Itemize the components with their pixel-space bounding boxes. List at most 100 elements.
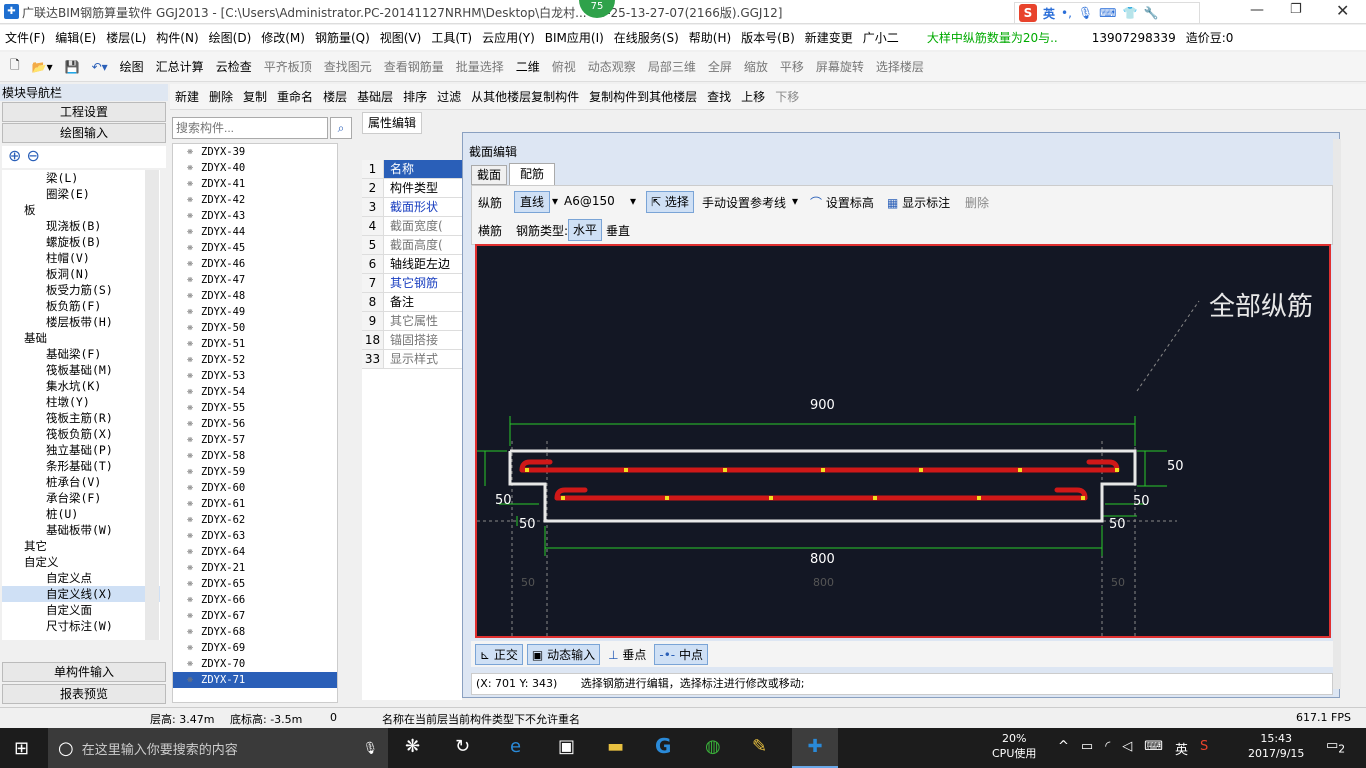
toolbar-button[interactable]: 绘图 bbox=[114, 58, 150, 75]
tray-ime[interactable]: 英 bbox=[1175, 739, 1188, 758]
component-list-item[interactable]: ZDYX-65 bbox=[173, 576, 337, 592]
tree-item[interactable]: 自定义面 bbox=[2, 602, 160, 618]
toolbar-button[interactable]: 选择楼层 bbox=[870, 58, 930, 75]
menu-item[interactable]: BIM应用(I) bbox=[540, 29, 609, 46]
tree-item[interactable]: 基础板带(W) bbox=[2, 522, 160, 538]
property-row[interactable]: 6 轴线距左边 bbox=[362, 255, 462, 274]
property-row[interactable]: 3 截面形状 bbox=[362, 198, 462, 217]
search-input[interactable] bbox=[173, 118, 327, 138]
line-mode-button[interactable]: 直线 bbox=[514, 191, 550, 213]
component-list-item[interactable]: ZDYX-50 bbox=[173, 320, 337, 336]
component-list-item[interactable]: ZDYX-39 bbox=[173, 144, 337, 160]
rebar-spec-select[interactable]: A6@150 bbox=[564, 194, 615, 208]
component-list-item[interactable]: ZDYX-53 bbox=[173, 368, 337, 384]
tree-item[interactable]: 楼层板带(H) bbox=[2, 314, 160, 330]
tree-item[interactable]: 尺寸标注(W) bbox=[2, 618, 160, 634]
tree-item[interactable]: 基础梁(F) bbox=[2, 346, 160, 362]
glodon-icon[interactable]: G bbox=[655, 734, 671, 758]
component-toolbar-button[interactable]: 基础层 bbox=[352, 88, 398, 105]
component-toolbar-button[interactable]: 下移 bbox=[770, 88, 804, 105]
toolbar-button[interactable]: 动态观察 bbox=[582, 58, 642, 75]
property-row[interactable]: 9 其它属性 bbox=[362, 312, 462, 331]
toolbar-button[interactable]: 查找图元 bbox=[318, 58, 378, 75]
component-list-item[interactable]: ZDYX-51 bbox=[173, 336, 337, 352]
component-list-item[interactable]: ZDYX-43 bbox=[173, 208, 337, 224]
midpoint-button[interactable]: -•- 中点 bbox=[654, 643, 708, 665]
all-long-rebar-label[interactable]: 全部纵筋 bbox=[1209, 286, 1313, 323]
menu-item[interactable]: 云应用(Y) bbox=[477, 29, 540, 46]
cpu-widget[interactable]: 20% CPU使用 bbox=[992, 731, 1036, 761]
windows-start-icon[interactable]: ⊞ bbox=[14, 738, 29, 759]
store-icon[interactable]: ▣ bbox=[558, 736, 575, 757]
dialog-scrollbar[interactable] bbox=[1333, 139, 1341, 689]
component-list-item[interactable]: ZDYX-60 bbox=[173, 480, 337, 496]
keyboard-tray-icon[interactable]: ⌨ bbox=[1144, 739, 1163, 758]
property-row[interactable]: 18 锚固搭接 bbox=[362, 331, 462, 350]
menu-item[interactable]: 编辑(E) bbox=[50, 29, 101, 46]
component-list-item[interactable]: ZDYX-49 bbox=[173, 304, 337, 320]
task-view-icon[interactable]: ❋ bbox=[405, 736, 420, 757]
toolbar-button[interactable]: 俯视 bbox=[546, 58, 582, 75]
drawing-input-button[interactable]: 绘图输入 bbox=[2, 123, 166, 143]
tree-item[interactable]: 桩(U) bbox=[2, 506, 160, 522]
dim-right-2[interactable]: 50 bbox=[1133, 494, 1150, 509]
dim-right-3[interactable]: 50 bbox=[1109, 517, 1126, 532]
green-app-icon[interactable]: ◍ bbox=[705, 736, 721, 757]
tree-item[interactable]: 独立基础(P) bbox=[2, 442, 160, 458]
tab-reinforcement[interactable]: 配筋 bbox=[509, 163, 555, 185]
component-toolbar-button[interactable]: 过滤 bbox=[432, 88, 466, 105]
dim-bottom[interactable]: 800 bbox=[810, 552, 835, 567]
tree-item[interactable]: 板 bbox=[2, 202, 160, 218]
menu-item[interactable]: 文件(F) bbox=[0, 29, 50, 46]
manual-ref-line-button[interactable]: 手动设置参考线 bbox=[702, 194, 786, 211]
section-canvas[interactable]: 全部纵筋 900 800 50 50 50 50 50 50 800 50 bbox=[475, 244, 1331, 638]
component-toolbar-button[interactable]: 复制构件到其他楼层 bbox=[584, 88, 702, 105]
toolbar-button[interactable]: 屏幕旋转 bbox=[810, 58, 870, 75]
notes-icon[interactable]: ✎ bbox=[752, 736, 767, 757]
dim-left-1[interactable]: 50 bbox=[495, 493, 512, 508]
toolbar-button[interactable]: 缩放 bbox=[738, 58, 774, 75]
tree-item[interactable]: 自定义 bbox=[2, 554, 160, 570]
notification-icon[interactable]: ▭2 bbox=[1326, 738, 1345, 756]
component-list-item[interactable]: ZDYX-70 bbox=[173, 656, 337, 672]
tree-item[interactable]: 条形基础(T) bbox=[2, 458, 160, 474]
tree-item[interactable]: 现浇板(B) bbox=[2, 218, 160, 234]
component-list-item[interactable]: ZDYX-48 bbox=[173, 288, 337, 304]
property-row[interactable]: 1 名称 bbox=[362, 160, 462, 179]
property-row[interactable]: 4 截面宽度( bbox=[362, 217, 462, 236]
tree-item[interactable]: 柱帽(V) bbox=[2, 250, 160, 266]
app-swirl-icon[interactable]: ↻ bbox=[455, 736, 470, 757]
tree-item[interactable]: 板洞(N) bbox=[2, 266, 160, 282]
menu-item[interactable]: 楼层(L) bbox=[101, 29, 151, 46]
tree-item[interactable]: 其它 bbox=[2, 538, 160, 554]
tray-up-icon[interactable]: ^ bbox=[1058, 739, 1069, 758]
tree-item[interactable]: 板负筋(F) bbox=[2, 298, 160, 314]
show-annotation-button[interactable]: ▦ 显示标注 bbox=[887, 194, 950, 211]
ref-dropdown-icon[interactable]: ▾ bbox=[792, 194, 798, 208]
component-toolbar-button[interactable]: 从其他楼层复制构件 bbox=[466, 88, 584, 105]
report-preview-button[interactable]: 报表预览 bbox=[2, 684, 166, 704]
menu-item[interactable]: 工具(T) bbox=[426, 29, 477, 46]
component-list-item[interactable]: ZDYX-44 bbox=[173, 224, 337, 240]
single-component-button[interactable]: 单构件输入 bbox=[2, 662, 166, 682]
undo-icon[interactable]: ↶▾ bbox=[86, 60, 114, 74]
phone-account[interactable]: 13907298339 bbox=[1087, 31, 1181, 45]
property-row[interactable]: 8 备注 bbox=[362, 293, 462, 312]
open-icon[interactable]: 📂▾ bbox=[26, 60, 59, 74]
tree-item[interactable]: 梁(L) bbox=[2, 170, 160, 186]
menu-item[interactable]: 视图(V) bbox=[375, 29, 427, 46]
horizontal-button[interactable]: 水平 bbox=[568, 219, 602, 241]
component-list-item[interactable]: ZDYX-71 bbox=[173, 672, 337, 688]
save-icon[interactable]: 💾 bbox=[59, 60, 86, 74]
dim-left-2[interactable]: 50 bbox=[519, 517, 536, 532]
project-settings-button[interactable]: 工程设置 bbox=[2, 102, 166, 122]
toolbar-button[interactable]: 二维 bbox=[510, 58, 546, 75]
dynamic-input-button[interactable]: ▣ 动态输入 bbox=[526, 643, 601, 665]
component-list-item[interactable]: ZDYX-69 bbox=[173, 640, 337, 656]
ortho-button[interactable]: ⊾ 正交 bbox=[475, 643, 523, 665]
component-list-item[interactable]: ZDYX-68 bbox=[173, 624, 337, 640]
component-list-item[interactable]: ZDYX-59 bbox=[173, 464, 337, 480]
toolbar-button[interactable]: 汇总计算 bbox=[150, 58, 210, 75]
component-toolbar-button[interactable]: 复制 bbox=[238, 88, 272, 105]
sogou-tray-icon[interactable]: S bbox=[1200, 739, 1208, 758]
